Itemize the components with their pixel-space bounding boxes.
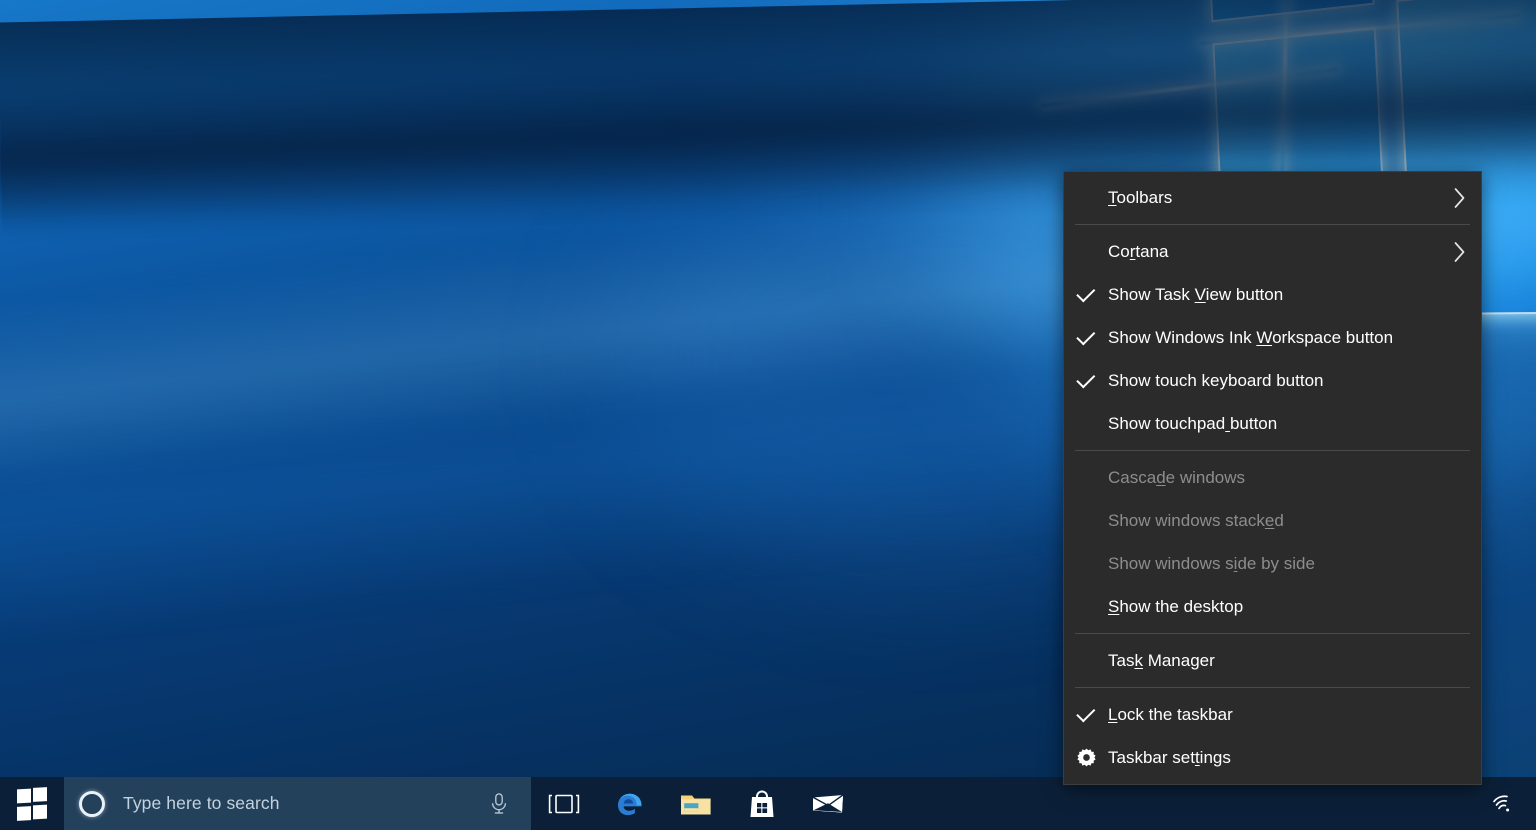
menu-item-show-windows-ink-workspace-button[interactable]: Show Windows Ink Workspace button [1064,316,1481,359]
checkmark-icon [1064,273,1108,316]
menu-item-toolbars[interactable]: Toolbars [1064,176,1481,219]
windows-logo-icon [16,787,48,821]
cortana-circle-icon [79,790,105,817]
checkmark-icon [1064,693,1108,736]
menu-item-label: Toolbars [1108,187,1173,207]
menu-item-gutter [1064,176,1108,219]
taskbar-item-microsoft-edge[interactable] [597,777,663,830]
menu-item-label: Show Windows Ink Workspace button [1108,327,1394,347]
menu-item-cortana[interactable]: Cortana [1064,230,1481,273]
wifi-icon[interactable] [1482,777,1522,830]
taskbar-item-file-explorer[interactable] [663,777,729,830]
menu-item-gutter [1064,639,1108,682]
menu-item-gutter [1064,456,1108,499]
menu-item-label: Cascade windows [1108,467,1246,487]
taskbar-context-menu: Toolbars Cortana Show Task View button Show… [1063,171,1482,785]
menu-item-label: Show windows side by side [1108,553,1315,573]
menu-separator [1075,633,1470,634]
start-button[interactable] [0,777,64,830]
menu-item-label: Taskbar settings [1108,747,1231,767]
system-tray [1482,777,1536,830]
menu-separator [1075,687,1470,688]
menu-item-label: Show windows stacked [1108,510,1284,530]
menu-item-label: Show Task View button [1108,284,1284,304]
search-placeholder: Type here to search [123,793,280,813]
menu-item-gutter [1064,230,1108,273]
menu-item-show-the-desktop[interactable]: Show the desktop [1064,585,1481,628]
menu-item-gutter [1064,499,1108,542]
menu-item-gutter [1064,585,1108,628]
menu-item-cascade-windows: Cascade windows [1064,456,1481,499]
menu-item-label: Show touchpad button [1108,413,1278,433]
menu-separator [1075,450,1470,451]
gear-icon [1064,736,1108,779]
menu-item-label: Lock the taskbar [1108,704,1233,724]
checkmark-icon [1064,359,1108,402]
menu-item-label: Task Manager [1108,650,1215,670]
menu-item-show-windows-side-by-side: Show windows side by side [1064,542,1481,585]
microphone-icon[interactable] [488,792,510,816]
menu-item-label: Show the desktop [1108,596,1244,616]
menu-item-show-touch-keyboard-button[interactable]: Show touch keyboard button [1064,359,1481,402]
menu-item-show-task-view-button[interactable]: Show Task View button [1064,273,1481,316]
menu-item-lock-the-taskbar[interactable]: Lock the taskbar [1064,693,1481,736]
search-input[interactable]: Type here to search [64,777,531,830]
checkmark-icon [1064,316,1108,359]
taskbar-item-microsoft-store[interactable] [729,777,795,830]
menu-item-gutter [1064,542,1108,585]
menu-item-gutter [1064,402,1108,445]
menu-separator [1075,224,1470,225]
menu-item-label: Show touch keyboard button [1108,370,1324,390]
menu-item-task-manager[interactable]: Task Manager [1064,639,1481,682]
menu-item-show-windows-stacked: Show windows stacked [1064,499,1481,542]
taskbar-item-task-view[interactable] [531,777,597,830]
menu-item-show-touchpad-button[interactable]: Show touchpad button [1064,402,1481,445]
chevron-right-icon [1437,185,1481,211]
menu-item-taskbar-settings[interactable]: Taskbar settings [1064,736,1481,779]
menu-item-label: Cortana [1108,241,1169,261]
taskbar-item-mail[interactable] [795,777,861,830]
chevron-right-icon [1437,239,1481,265]
